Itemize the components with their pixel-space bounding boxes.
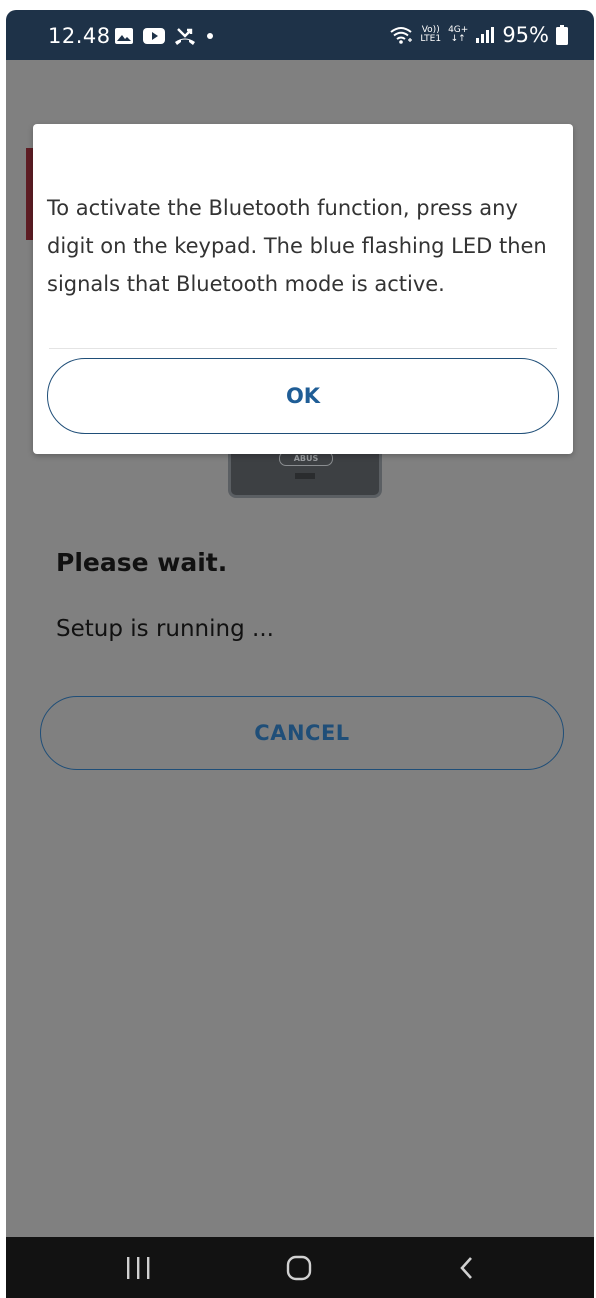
gallery-icon	[115, 28, 133, 44]
page-title: Please wait.	[56, 548, 228, 577]
recent-apps-icon[interactable]	[118, 1255, 158, 1281]
youtube-icon	[143, 28, 165, 44]
signal-icon	[476, 27, 495, 43]
network-type-indicator: 4G+ ↓↑	[448, 26, 468, 44]
bluetooth-dialog: To activate the Bluetooth function, pres…	[33, 124, 573, 454]
setup-status-text: Setup is running ...	[56, 616, 274, 642]
battery-percent: 95%	[502, 23, 549, 47]
data-arrows-icon: ↓↑	[450, 34, 466, 44]
dot-icon	[207, 33, 213, 39]
status-bar: 12.48 Vo)) LTE1 4G+ ↓↑ 95%	[6, 10, 594, 60]
lte-label: LTE1	[420, 34, 442, 44]
phone-screen: 12.48 Vo)) LTE1 4G+ ↓↑ 95% ABUS Please w…	[0, 0, 596, 1298]
volte-indicator: Vo)) LTE1	[420, 26, 441, 44]
dialog-divider	[49, 348, 557, 349]
cancel-button[interactable]: CANCEL	[40, 696, 564, 770]
notification-icons	[114, 27, 215, 45]
navigation-bar	[6, 1237, 594, 1298]
wifi-icon	[390, 27, 413, 44]
device-slot	[295, 473, 315, 479]
ok-button[interactable]: OK	[47, 358, 559, 434]
battery-icon	[556, 25, 568, 45]
dialog-message: To activate the Bluetooth function, pres…	[47, 196, 547, 296]
system-icons: Vo)) LTE1 4G+ ↓↑ 95%	[389, 23, 568, 47]
status-time: 12.48	[48, 24, 111, 48]
back-icon[interactable]	[454, 1255, 480, 1281]
missed-call-icon	[175, 28, 195, 45]
home-icon[interactable]	[286, 1255, 312, 1281]
